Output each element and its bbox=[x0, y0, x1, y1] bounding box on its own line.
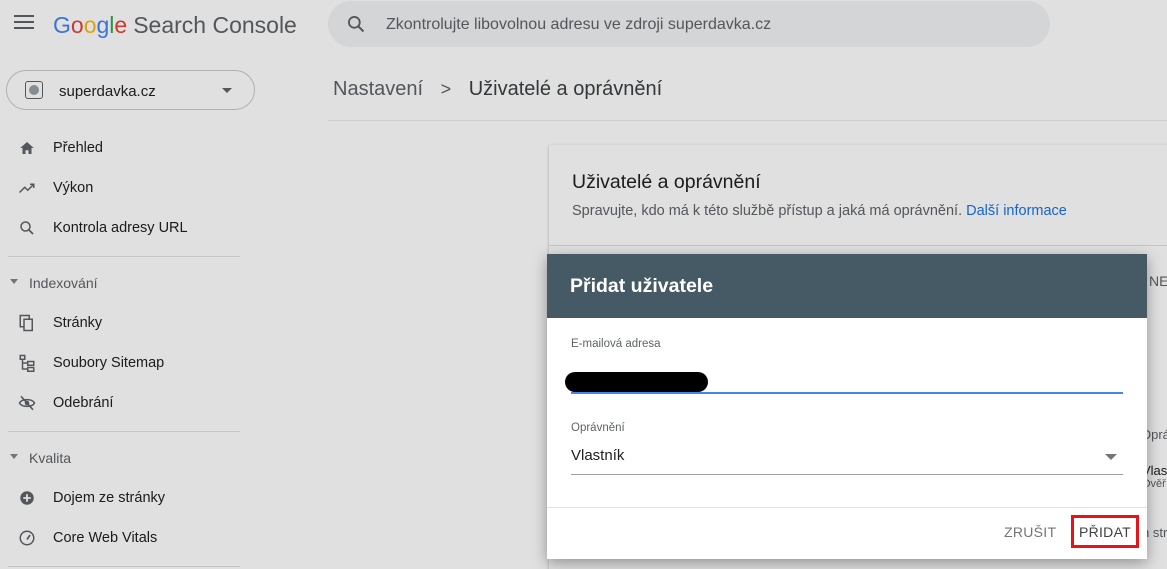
dialog-title: Přidat uživatele bbox=[570, 275, 714, 297]
cancel-button[interactable]: ZRUŠIT bbox=[1004, 524, 1056, 540]
add-button[interactable]: PŘIDAT bbox=[1071, 515, 1139, 548]
email-field-underline bbox=[571, 392, 1123, 394]
email-field-label: E-mailová adresa bbox=[571, 338, 661, 350]
dialog-footer-divider bbox=[547, 507, 1147, 508]
dialog-header: Přidat uživatele bbox=[547, 254, 1147, 318]
dropdown-arrow-icon[interactable] bbox=[1105, 454, 1117, 460]
email-field[interactable] bbox=[565, 372, 708, 392]
add-user-dialog: Přidat uživatele E-mailová adresa Oprávn… bbox=[547, 254, 1147, 559]
permission-field-label: Oprávnění bbox=[571, 422, 625, 434]
permission-select-underline bbox=[571, 474, 1123, 475]
permission-select[interactable]: Vlastník bbox=[571, 447, 624, 464]
